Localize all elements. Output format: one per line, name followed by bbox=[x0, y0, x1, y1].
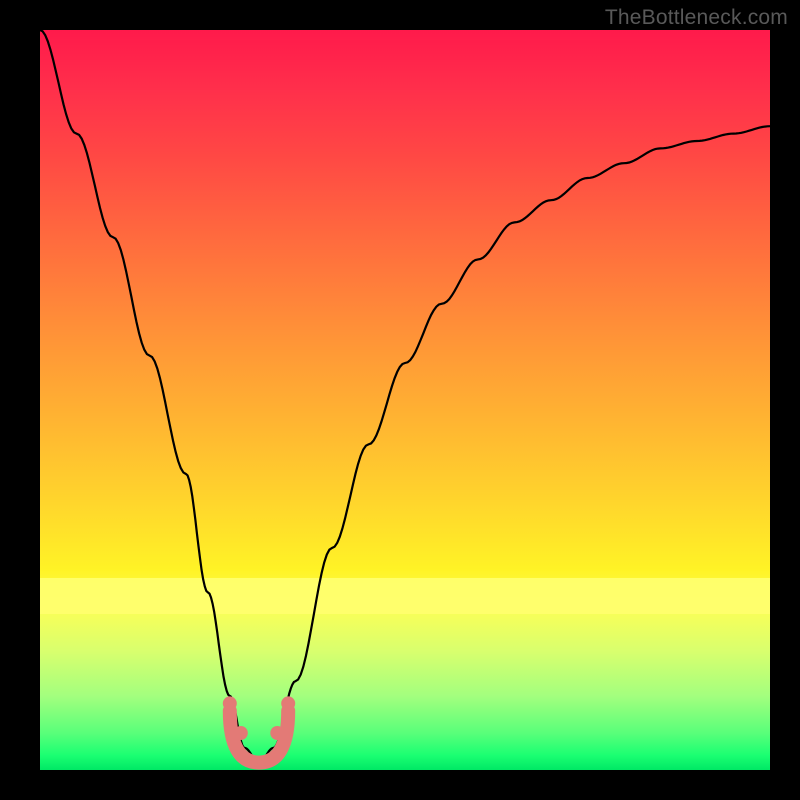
minimum-dot bbox=[223, 696, 237, 710]
minimum-dot bbox=[281, 696, 295, 710]
plot-area bbox=[40, 30, 770, 770]
minimum-dot bbox=[270, 726, 284, 740]
minimum-dot bbox=[234, 726, 248, 740]
watermark-text: TheBottleneck.com bbox=[605, 6, 788, 30]
chart-container: TheBottleneck.com bbox=[0, 0, 800, 800]
curve-svg bbox=[40, 30, 770, 770]
bottleneck-curve bbox=[40, 30, 770, 763]
